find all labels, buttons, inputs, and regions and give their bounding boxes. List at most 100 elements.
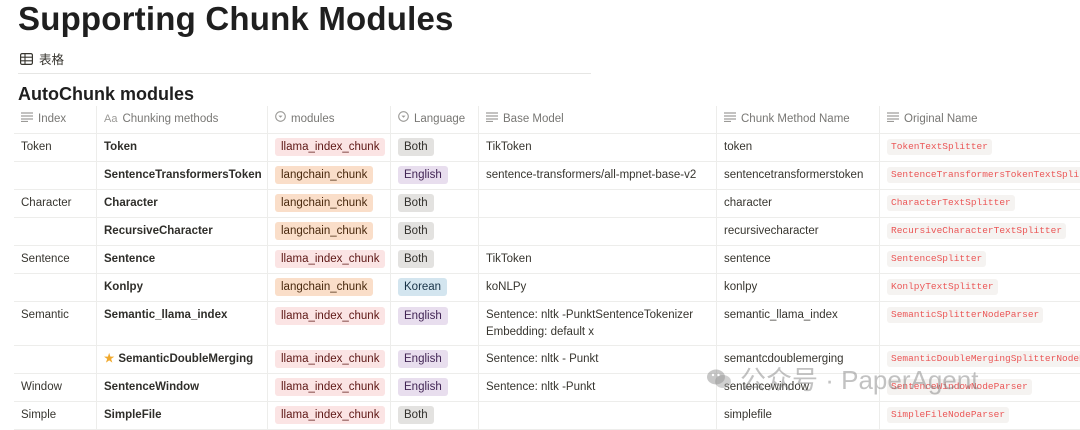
language-tag: English xyxy=(398,349,448,368)
original-name-code: TokenTextSplitter xyxy=(887,138,992,155)
table-row[interactable]: Sentence Sentence llama_index_chunk Both… xyxy=(14,246,1080,274)
table-row[interactable]: Character Character langchain_chunk Both… xyxy=(14,190,1080,218)
base-model-cell xyxy=(478,190,716,217)
module-cell: llama_index_chunk xyxy=(267,246,390,273)
method-label: SemanticDoubleMerging xyxy=(118,353,254,365)
table-row[interactable]: Window SentenceWindow llama_index_chunk … xyxy=(14,374,1080,402)
language-tag: English xyxy=(398,307,448,325)
select-icon xyxy=(275,106,286,133)
base-model-cell: koNLPy xyxy=(478,274,716,301)
module-tag: llama_index_chunk xyxy=(275,137,386,156)
language-tag: Both xyxy=(398,137,434,156)
language-cell: Both xyxy=(390,190,478,217)
original-name-cell: SimpleFileNodeParser xyxy=(879,402,1080,429)
page-title: Supporting Chunk Modules xyxy=(18,0,454,37)
index-cell xyxy=(14,346,96,373)
text-lines-icon xyxy=(887,106,899,133)
base-model-cell: Sentence: nltk - Punkt xyxy=(478,346,716,373)
language-tag: Both xyxy=(398,221,434,240)
method-cell[interactable]: Konlpy xyxy=(96,274,267,301)
title-aa-icon: Aa xyxy=(104,113,118,125)
method-cell[interactable]: SentenceWindow xyxy=(96,374,267,401)
database-table: Index Aa Chunking methods modules Languag… xyxy=(14,106,1080,430)
language-cell: English xyxy=(390,346,478,373)
original-name-code: KonlpyTextSplitter xyxy=(887,278,998,295)
column-header-original-name[interactable]: Original Name xyxy=(879,106,1080,133)
table-row[interactable]: Simple SimpleFile llama_index_chunk Both… xyxy=(14,402,1080,430)
chunk-method-cell: sentence xyxy=(716,246,879,273)
chunk-method-cell: character xyxy=(716,190,879,217)
index-cell: Semantic xyxy=(21,309,69,321)
module-cell: llama_index_chunk xyxy=(267,374,390,401)
module-cell: langchain_chunk xyxy=(267,190,390,217)
original-name-cell: SentenceSplitter xyxy=(879,246,1080,273)
method-cell[interactable]: Character xyxy=(96,190,267,217)
method-cell[interactable]: RecursiveCharacter xyxy=(96,218,267,245)
column-header-base-model[interactable]: Base Model xyxy=(478,106,716,133)
module-tag: llama_index_chunk xyxy=(275,377,386,396)
column-header-label: Language xyxy=(414,113,466,125)
index-cell: Window xyxy=(21,381,62,393)
original-name-cell: TokenTextSplitter xyxy=(879,134,1080,161)
column-header-modules[interactable]: modules xyxy=(267,106,390,133)
index-cell xyxy=(14,162,96,189)
column-header-index[interactable]: Index xyxy=(14,106,96,133)
select-icon xyxy=(398,106,409,133)
column-header-label: Index xyxy=(38,113,67,125)
table-view-tab[interactable]: 表格 xyxy=(20,49,64,68)
column-header-chunk-method-name[interactable]: Chunk Method Name xyxy=(716,106,879,133)
column-header-label: Chunk Method Name xyxy=(741,113,850,125)
module-tag: llama_index_chunk xyxy=(275,405,386,424)
module-tag: llama_index_chunk xyxy=(275,307,386,325)
table-row[interactable]: RecursiveCharacter langchain_chunk Both … xyxy=(14,218,1080,246)
module-cell: llama_index_chunk xyxy=(267,134,390,161)
language-tag: Both xyxy=(398,193,434,212)
method-cell[interactable]: Semantic_llama_index xyxy=(96,302,267,345)
base-model-cell: TikToken xyxy=(478,246,716,273)
method-cell[interactable]: ★ SemanticDoubleMerging xyxy=(96,346,267,373)
table-row[interactable]: SentenceTransformersToken langchain_chun… xyxy=(14,162,1080,190)
original-name-code: SentenceWindowNodeParser xyxy=(887,378,1032,395)
base-model-cell: sentence-transformers/all-mpnet-base-v2 xyxy=(478,162,716,189)
module-tag: langchain_chunk xyxy=(275,221,374,240)
index-cell xyxy=(14,218,96,245)
module-cell: llama_index_chunk xyxy=(267,402,390,429)
text-lines-icon xyxy=(21,106,33,133)
star-icon: ★ xyxy=(104,353,115,365)
original-name-cell: RecursiveCharacterTextSplitter xyxy=(879,218,1080,245)
language-tag: Both xyxy=(398,249,434,268)
module-cell: langchain_chunk xyxy=(267,162,390,189)
base-model-cell: Sentence: nltk -Punkt xyxy=(478,374,716,401)
original-name-code: SentenceSplitter xyxy=(887,250,987,267)
column-header-label: Original Name xyxy=(904,113,978,125)
original-name-cell: SentenceWindowNodeParser xyxy=(879,374,1080,401)
column-header-label: Base Model xyxy=(503,113,564,125)
chunk-method-cell: token xyxy=(716,134,879,161)
module-cell: langchain_chunk xyxy=(267,274,390,301)
language-cell: Both xyxy=(390,134,478,161)
table-row[interactable]: Semantic Semantic_llama_index llama_inde… xyxy=(14,302,1080,346)
language-tag: Korean xyxy=(398,277,448,296)
language-cell: English xyxy=(390,374,478,401)
column-header-label: modules xyxy=(291,113,335,125)
original-name-cell: SemanticSplitterNodeParser xyxy=(879,302,1080,345)
module-cell: langchain_chunk xyxy=(267,218,390,245)
method-cell[interactable]: SimpleFile xyxy=(96,402,267,429)
table-row[interactable]: Konlpy langchain_chunk Korean koNLPy kon… xyxy=(14,274,1080,302)
column-header-chunking-methods[interactable]: Aa Chunking methods xyxy=(96,106,267,133)
language-cell: Both xyxy=(390,218,478,245)
language-cell: Both xyxy=(390,402,478,429)
original-name-code: CharacterTextSplitter xyxy=(887,194,1015,211)
method-cell[interactable]: Sentence xyxy=(96,246,267,273)
original-name-code: SentenceTransformersTokenTextSplitt xyxy=(887,166,1080,183)
method-cell[interactable]: Token xyxy=(96,134,267,161)
table-row[interactable]: ★ SemanticDoubleMerging llama_index_chunk… xyxy=(14,346,1080,374)
base-model-cell: TikToken xyxy=(478,134,716,161)
chunk-method-cell: simplefile xyxy=(716,402,879,429)
column-header-label: Chunking methods xyxy=(122,113,219,125)
column-header-language[interactable]: Language xyxy=(390,106,478,133)
base-model-cell xyxy=(478,218,716,245)
table-row[interactable]: Token Token llama_index_chunk Both TikTo… xyxy=(14,134,1080,162)
base-model-cell: Sentence: nltk -PunktSentenceTokenizer E… xyxy=(478,302,716,345)
method-cell[interactable]: SentenceTransformersToken xyxy=(96,162,267,189)
